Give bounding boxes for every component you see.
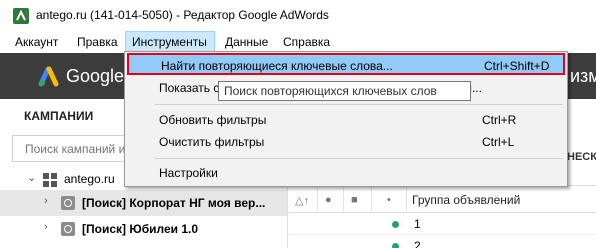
menu-item-label: Показать с bbox=[159, 81, 220, 95]
menu-item-refresh-filters[interactable]: Обновить фильтры Ctrl+R bbox=[127, 109, 565, 131]
column-header-partial: НЕСК bbox=[567, 151, 596, 163]
ad-group-cell: 2 bbox=[414, 239, 421, 248]
menu-separator bbox=[155, 158, 563, 159]
menu-tools[interactable]: Инструменты bbox=[125, 31, 215, 53]
menu-item-label: Очистить фильтры bbox=[159, 135, 265, 149]
menu-item-label: Обновить фильтры bbox=[159, 113, 267, 127]
column-divider bbox=[371, 186, 372, 213]
menu-item-shortcut: Ctrl+R bbox=[482, 113, 517, 127]
search-campaign-icon bbox=[61, 222, 75, 236]
header-partial-text: изм bbox=[570, 66, 596, 86]
tree-row-campaign[interactable]: › [Поиск] Юбилеи 1.0 bbox=[0, 216, 287, 242]
status-dot-icon bbox=[392, 243, 399, 248]
status-dot-icon bbox=[392, 221, 399, 228]
tree-row-campaign[interactable]: › [Поиск] Корпорат НГ моя вер... bbox=[0, 190, 287, 216]
menu-data[interactable]: Данные bbox=[225, 31, 268, 53]
tooltip: Поиск повторяющихся ключевых слов bbox=[218, 81, 471, 101]
account-grid-icon bbox=[43, 173, 57, 187]
table-row[interactable]: 2 bbox=[289, 235, 596, 248]
column-divider bbox=[406, 186, 407, 213]
menu-edit[interactable]: Правка bbox=[77, 31, 118, 53]
google-ads-logo-icon bbox=[38, 66, 59, 87]
menu-item-label: Найти повторяющиеся ключевые слова... bbox=[161, 59, 393, 73]
menu-item-label: Настройки bbox=[159, 166, 218, 180]
chevron-right-icon[interactable]: › bbox=[44, 221, 48, 233]
tools-dropdown-menu: Найти повторяющиеся ключевые слова... Ct… bbox=[124, 51, 568, 187]
search-campaign-icon bbox=[61, 196, 75, 210]
campaigns-panel-title: КАМПАНИИ bbox=[24, 109, 94, 123]
title-bar: antego.ru (141-014-5050) - Редактор Goog… bbox=[0, 0, 596, 31]
comment-icon[interactable]: ■ bbox=[351, 194, 358, 206]
menu-item-shortcut: Ctrl+Shift+D bbox=[484, 59, 550, 73]
chevron-down-icon[interactable]: ⌄ bbox=[27, 171, 36, 184]
tree-item-label: [Поиск] Юбилеи 1.0 bbox=[82, 222, 199, 236]
tree-item-label: antego.ru bbox=[64, 172, 115, 186]
menu-item-find-duplicate-keywords[interactable]: Найти повторяющиеся ключевые слова... Ct… bbox=[127, 53, 565, 75]
menu-item-clear-filters[interactable]: Очистить фильтры Ctrl+L bbox=[127, 131, 565, 153]
column-header-ad-group[interactable]: Группа объявлений bbox=[412, 193, 520, 207]
status-icon[interactable]: • bbox=[387, 194, 391, 206]
window-title: antego.ru (141-014-5050) - Редактор Goog… bbox=[36, 8, 329, 22]
sort-icon[interactable]: △↑ bbox=[295, 194, 309, 207]
table-row[interactable]: 1 bbox=[289, 213, 596, 235]
table-header: △↑ ● ■ • Группа объявлений bbox=[289, 185, 596, 213]
menu-help[interactable]: Справка bbox=[283, 31, 330, 53]
menu-item-settings[interactable]: Настройки bbox=[127, 162, 565, 184]
ad-group-cell: 1 bbox=[414, 217, 421, 231]
error-icon[interactable]: ● bbox=[325, 194, 332, 206]
google-logo-text: Google bbox=[66, 66, 125, 86]
menu-bar: Аккаунт Правка Инструменты Данные Справк… bbox=[0, 31, 596, 53]
menu-account[interactable]: Аккаунт bbox=[15, 31, 58, 53]
tree-item-label: [Поиск] Корпорат НГ моя вер... bbox=[82, 196, 266, 210]
column-divider bbox=[343, 186, 344, 213]
adwords-editor-app-icon bbox=[13, 8, 29, 24]
menu-item-shortcut: Ctrl+L bbox=[482, 135, 515, 149]
column-divider bbox=[317, 186, 318, 213]
menu-separator bbox=[155, 104, 563, 105]
chevron-right-icon[interactable]: › bbox=[44, 195, 48, 207]
